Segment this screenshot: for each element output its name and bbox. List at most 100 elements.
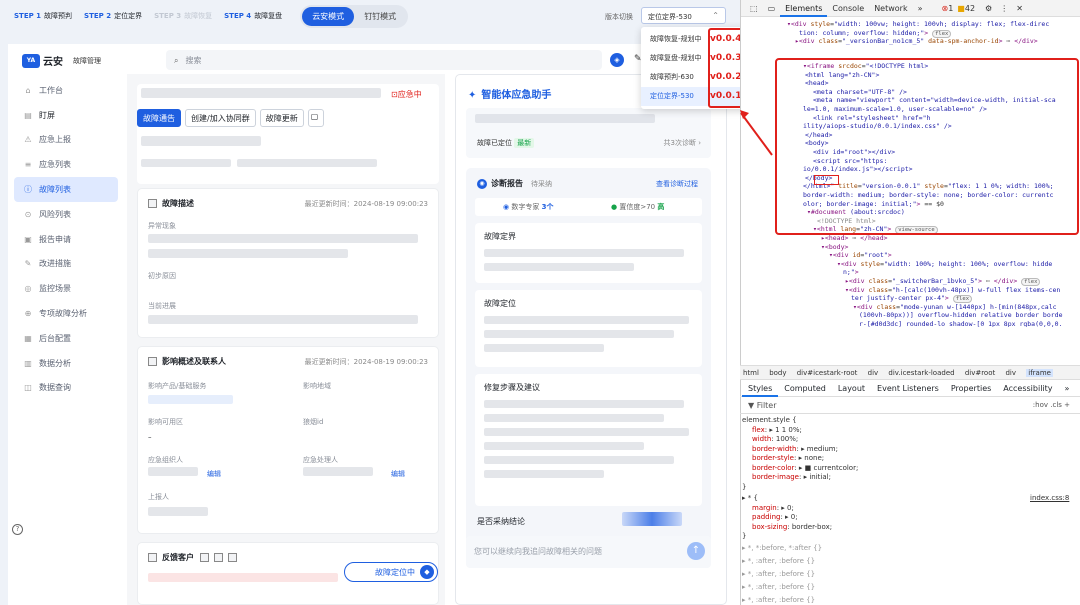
- sidebar-item-workbench[interactable]: ⌂ 工作台: [14, 78, 118, 103]
- chevron-up-icon: ⌃: [712, 11, 719, 20]
- sidebar-item-improvements[interactable]: ✎ 改进措施: [14, 252, 118, 277]
- sidebar: YA 云安 故障管理 ⌂ 工作台 ▤ 盯屏 ⚠ 应急上报 ≡ 应急列表 ⓘ 故障列表 ⊙ 风…: [8, 44, 126, 605]
- gear-icon[interactable]: ⚙: [985, 4, 992, 13]
- assistant-icon[interactable]: ◈: [610, 53, 624, 67]
- image-icon: [214, 553, 223, 562]
- step-2[interactable]: STEP 2 定位定界: [84, 11, 142, 21]
- chart-icon: ▥: [24, 358, 32, 368]
- warning-icon: ■: [957, 3, 965, 13]
- mode-yunan-button[interactable]: 云安模式: [302, 6, 355, 26]
- close-icon[interactable]: ✕: [1016, 4, 1023, 13]
- tab-event-listeners[interactable]: Event Listeners: [871, 381, 945, 397]
- tab-collab-group[interactable]: 创建/加入协同群: [185, 109, 256, 127]
- step-1[interactable]: STEP 1 故障预判: [14, 11, 72, 21]
- sidebar-item-risk-list[interactable]: ⊙ 风险列表: [14, 202, 118, 227]
- emergency-tag: ⊡应急中: [391, 90, 422, 99]
- mode-dingding-button[interactable]: 钉钉模式: [354, 7, 406, 26]
- locating-button[interactable]: 故障定位中 ◆: [344, 562, 438, 582]
- styles-pane[interactable]: element.style { flex: ▸ 1 1 0%; width: 1…: [740, 414, 1080, 605]
- sidebar-item-config[interactable]: ▦ 后台配置: [14, 326, 118, 351]
- crumb-icestark-loaded[interactable]: div.icestark-loaded: [888, 369, 954, 377]
- send-icon[interactable]: ↑: [687, 542, 705, 560]
- sidebar-item-report-apply[interactable]: ▣ 报告申请: [14, 227, 118, 252]
- app-window: STEP 1 故障预判 STEP 2 定位定界 STEP 3 故障恢复 STEP 4故…: [0, 0, 740, 605]
- tab-more[interactable]: »: [913, 0, 928, 17]
- tab-network[interactable]: Network: [869, 0, 912, 17]
- sidebar-nav: ⌂ 工作台 ▤ 盯屏 ⚠ 应急上报 ≡ 应急列表 ⓘ 故障列表 ⊙ 风险列表 ▣ 报告申请 ✎…: [14, 78, 118, 400]
- help-icon[interactable]: ?: [12, 524, 23, 535]
- search-input[interactable]: ⌕ 搜索: [166, 50, 602, 70]
- crumb-iframe[interactable]: iframe: [1026, 369, 1053, 377]
- monitor-icon: ◎: [24, 284, 32, 294]
- search-icon: ⌕: [174, 56, 179, 65]
- ai-title: ✦ 智能体应急助手: [468, 90, 552, 101]
- tab-styles[interactable]: Styles: [742, 381, 779, 397]
- sparkle-icon: ✦: [468, 90, 477, 101]
- highlight-box-iframe: [775, 58, 1079, 235]
- devtools-tabs: ⬚ ▭ Elements Console Network » ⊗ 1 ■ 42 ⚙ …: [741, 0, 1080, 17]
- analysis-icon: ⊕: [24, 309, 32, 319]
- report-icon: ▣: [24, 234, 32, 244]
- wrench-icon: ✎: [24, 259, 32, 269]
- crumb-div[interactable]: div: [868, 369, 879, 377]
- inspect-icon[interactable]: ⬚: [745, 0, 763, 17]
- tab-elements[interactable]: Elements: [780, 0, 828, 17]
- edit-handler-link[interactable]: 编辑: [391, 469, 405, 479]
- tab-properties[interactable]: Properties: [945, 381, 997, 397]
- step-4[interactable]: STEP 4 故障复盘: [224, 11, 282, 21]
- locate-icon: ◆: [420, 565, 434, 579]
- image-icon: [228, 553, 237, 562]
- styles-filter[interactable]: ▼ Filter :hov .cls +: [740, 398, 1080, 414]
- expert-icon: ◉: [503, 203, 510, 211]
- crumb-html[interactable]: html: [743, 369, 759, 377]
- adopt-question: 是否采纳结论: [477, 517, 525, 526]
- device-icon[interactable]: ▭: [763, 0, 781, 17]
- module-name: 故障管理: [73, 56, 101, 65]
- doc-icon: [148, 553, 157, 562]
- adopt-buttons[interactable]: [622, 512, 682, 526]
- risk-icon: ⊙: [24, 209, 32, 219]
- tab-update[interactable]: 故障更新: [259, 109, 304, 127]
- sidebar-item-emergency-list[interactable]: ≡ 应急列表: [14, 152, 118, 177]
- step-3: STEP 3 故障恢复: [154, 12, 213, 20]
- home-icon: ⌂: [25, 85, 31, 95]
- ai-summary: 故障已定位 最新 共3次诊断 ›: [466, 108, 711, 158]
- sidebar-item-emergency-report[interactable]: ⚠ 应急上报: [14, 128, 118, 153]
- info-icon: ⓘ: [24, 185, 32, 195]
- more-icon[interactable]: ▢: [307, 109, 324, 127]
- view-process-link[interactable]: 查看诊断过程: [656, 179, 698, 189]
- incident-tabs: 故障通告 创建/加入协同群 故障更新 ▢: [137, 109, 328, 127]
- query-icon: ◫: [24, 383, 32, 393]
- sidebar-item-special-analysis[interactable]: ⊕ 专项故障分析: [14, 301, 118, 326]
- kebab-icon[interactable]: ⋮: [1000, 4, 1008, 13]
- tab-computed[interactable]: Computed: [778, 381, 832, 397]
- sidebar-item-screen[interactable]: ▤ 盯屏: [14, 103, 118, 128]
- tab-console[interactable]: Console: [827, 0, 869, 17]
- crumb-root[interactable]: div#root: [965, 369, 995, 377]
- doc-icon: [148, 357, 157, 366]
- sidebar-item-data-query[interactable]: ◫ 数据查询: [14, 376, 118, 401]
- image-icon: [200, 553, 209, 562]
- check-icon: ●: [611, 203, 618, 211]
- alert-icon: ⊡: [391, 90, 398, 99]
- tab-notice[interactable]: 故障通告: [137, 109, 181, 127]
- screen-icon: ▤: [24, 110, 32, 120]
- tab-more-styles[interactable]: »: [1059, 381, 1076, 397]
- crumb-icestark-root[interactable]: div#icestark-root: [797, 369, 858, 377]
- tab-layout[interactable]: Layout: [832, 381, 871, 397]
- version-label: 版本切换: [605, 13, 633, 21]
- crumb-body[interactable]: body: [769, 369, 786, 377]
- config-icon: ▦: [24, 333, 32, 343]
- card-fault-boundary: 故障定界: [475, 223, 702, 283]
- sidebar-item-monitor[interactable]: ◎ 监控场景: [14, 276, 118, 301]
- edit-organizer-link[interactable]: 编辑: [207, 469, 221, 479]
- error-icon: ⊗: [941, 3, 949, 13]
- tab-accessibility[interactable]: Accessibility: [997, 381, 1058, 397]
- crumb-div-2[interactable]: div: [1005, 369, 1016, 377]
- sidebar-item-data-analysis[interactable]: ▥ 数据分析: [14, 351, 118, 376]
- version-select[interactable]: 定位定界-530 ⌃: [641, 7, 726, 24]
- logo-name: 云安: [43, 57, 63, 68]
- chat-input[interactable]: 您可以继续向我追问故障相关的问题: [466, 536, 711, 568]
- diag-history-link[interactable]: 共3次诊断 ›: [664, 138, 701, 148]
- sidebar-item-fault-list[interactable]: ⓘ 故障列表: [14, 177, 118, 202]
